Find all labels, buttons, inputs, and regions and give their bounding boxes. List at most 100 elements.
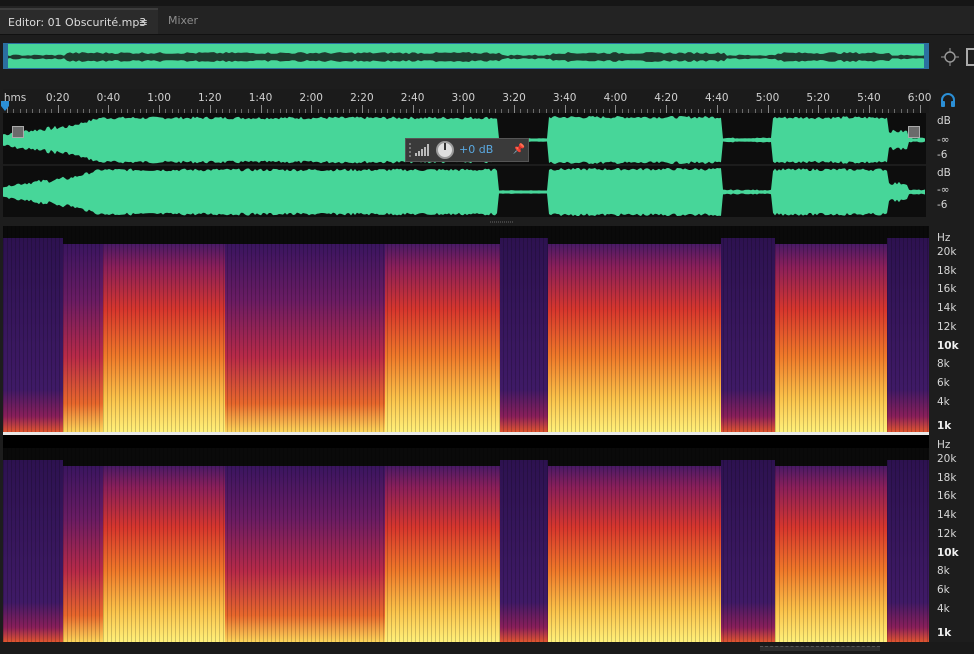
ruler-tick-label: 5:20	[806, 92, 830, 104]
ruler-tick	[57, 105, 59, 113]
volume-hud[interactable]: +0 dB 📌	[405, 138, 529, 162]
ruler-tick	[108, 105, 110, 113]
waveform-channel-2	[3, 168, 925, 216]
ruler-tick	[412, 105, 414, 113]
ruler-tick-label: 2:20	[350, 92, 374, 104]
spectral-texture	[3, 226, 929, 432]
frequency-label: 6k	[937, 583, 950, 596]
frequency-label: 6k	[937, 376, 950, 389]
ruler-tick	[818, 105, 820, 113]
fade-out-handle[interactable]	[908, 126, 920, 138]
ruler-tick-label: 1:20	[198, 92, 222, 104]
overview-navigator[interactable]	[3, 43, 929, 69]
playhead-marker[interactable]	[0, 100, 10, 112]
time-ruler[interactable]: hms 0:20 0:40 1:00 1:20 1:40 2:00 2:20 2:40 3:00…	[3, 89, 932, 113]
ruler-tick	[666, 105, 668, 113]
ruler-tick-label: 2:40	[400, 92, 425, 104]
tab-mixer-label: Mixer	[168, 14, 199, 27]
ch2-inf-label: -∞	[937, 184, 950, 196]
ruler-tick-label: 4:40	[705, 92, 729, 104]
ruler-tick	[716, 105, 718, 113]
waveform-channels	[3, 116, 926, 216]
ruler-tick-label: 4:20	[654, 92, 678, 104]
frequency-label: 10k	[937, 546, 959, 559]
frequency-label: 12k	[937, 320, 957, 333]
frequency-label: 10k	[937, 339, 959, 352]
tab-editor[interactable]: Editor: 01 Obscurité.mp3 ≡	[0, 8, 158, 34]
ruler-tick	[361, 105, 363, 113]
ruler-tick-label: 0:20	[45, 92, 70, 104]
ruler-tick	[615, 105, 617, 113]
ch1-inf-label: -∞	[937, 134, 950, 146]
tab-editor-label: Editor: 01 Obscurité.mp3	[8, 16, 147, 29]
ch2-db-label: dB	[937, 167, 951, 179]
headphones-icon[interactable]	[940, 93, 956, 107]
ruler-tick-label: 3:00	[451, 92, 476, 104]
spectrogram	[3, 226, 929, 642]
panel-options-icon[interactable]	[966, 48, 974, 66]
ch1-db-label: dB	[937, 115, 951, 127]
frequency-label: 12k	[937, 527, 957, 540]
ruler-tick-label: 6:00	[907, 92, 932, 104]
pin-icon[interactable]: 📌	[512, 143, 526, 157]
zoom-icon[interactable]	[941, 48, 959, 66]
frequency-label: 14k	[937, 509, 957, 522]
ruler-tick-label: 0:40	[96, 92, 121, 104]
ruler-tick	[564, 105, 566, 113]
ruler-tick-label: 1:00	[147, 92, 171, 104]
gain-value[interactable]: +0 dB	[459, 143, 493, 156]
frequency-label: 16k	[937, 283, 957, 296]
frequency-scale: Hz 20k 18k 16k 14k 12k 10k 8k 6k 4k 1k Hz 20k 18k 16k 1…	[929, 226, 974, 642]
overview-left-handle[interactable]	[4, 44, 8, 68]
ruler-tick	[514, 105, 515, 113]
hz-unit-label: Hz	[937, 439, 951, 451]
ruler-tick-label: 3:20	[502, 92, 526, 104]
frequency-label: 8k	[937, 358, 950, 371]
ruler-tick	[919, 105, 921, 113]
hud-grip-icon[interactable]	[408, 141, 412, 159]
ruler-tick-label: 4:00	[603, 92, 628, 104]
spectral-texture	[3, 448, 929, 642]
ruler-tick-label: 5:40	[857, 92, 881, 104]
frequency-label: 20k	[937, 246, 957, 258]
ruler-tick-label: 5:00	[755, 92, 780, 104]
overview-right-handle[interactable]	[924, 44, 928, 68]
ruler-tick	[159, 105, 161, 113]
overview-waveform	[4, 52, 928, 62]
overview-wave	[4, 52, 928, 62]
ruler-tick	[767, 105, 769, 113]
ruler-tick	[463, 105, 465, 113]
frequency-label: 16k	[937, 490, 957, 503]
frequency-label: 18k	[937, 264, 957, 277]
scrollbar-thumb[interactable]	[760, 646, 880, 651]
menu-icon[interactable]: ≡	[139, 10, 148, 36]
ruler-tick	[868, 105, 870, 113]
ruler-tick-label: 3:40	[552, 92, 577, 104]
fade-in-handle[interactable]	[12, 126, 24, 138]
panel-resize-grip[interactable]	[490, 220, 514, 224]
ruler-tick	[260, 105, 262, 113]
ruler-tick-label: 1:40	[248, 92, 273, 104]
amplitude-scale: dB -∞ -6 dB -∞ -6	[929, 113, 974, 217]
ruler-tick	[209, 105, 211, 113]
ruler-tick-label: 2:00	[299, 92, 323, 104]
horizontal-scrollbar[interactable]	[0, 642, 974, 654]
frequency-label: 18k	[937, 471, 957, 484]
tab-mixer[interactable]: Mixer	[160, 8, 226, 34]
volume-knob[interactable]	[436, 141, 454, 159]
hz-unit-label: Hz	[937, 232, 951, 244]
ruler-tick	[311, 105, 313, 113]
waveform-view[interactable]	[3, 113, 926, 217]
frequency-label: 20k	[937, 453, 957, 465]
ch2-minus6-label: -6	[937, 199, 948, 211]
frequency-label: 4k	[937, 395, 950, 408]
channel-separator	[3, 432, 929, 435]
menu-strip	[0, 0, 974, 6]
frequency-label: 14k	[937, 302, 957, 315]
spectral-frequency-view[interactable]	[3, 226, 929, 642]
frequency-label: 4k	[937, 602, 950, 615]
frequency-label: 1k	[937, 627, 952, 639]
frequency-label: 1k	[937, 420, 952, 432]
frequency-label: 8k	[937, 565, 950, 578]
level-meter-icon	[415, 144, 429, 156]
